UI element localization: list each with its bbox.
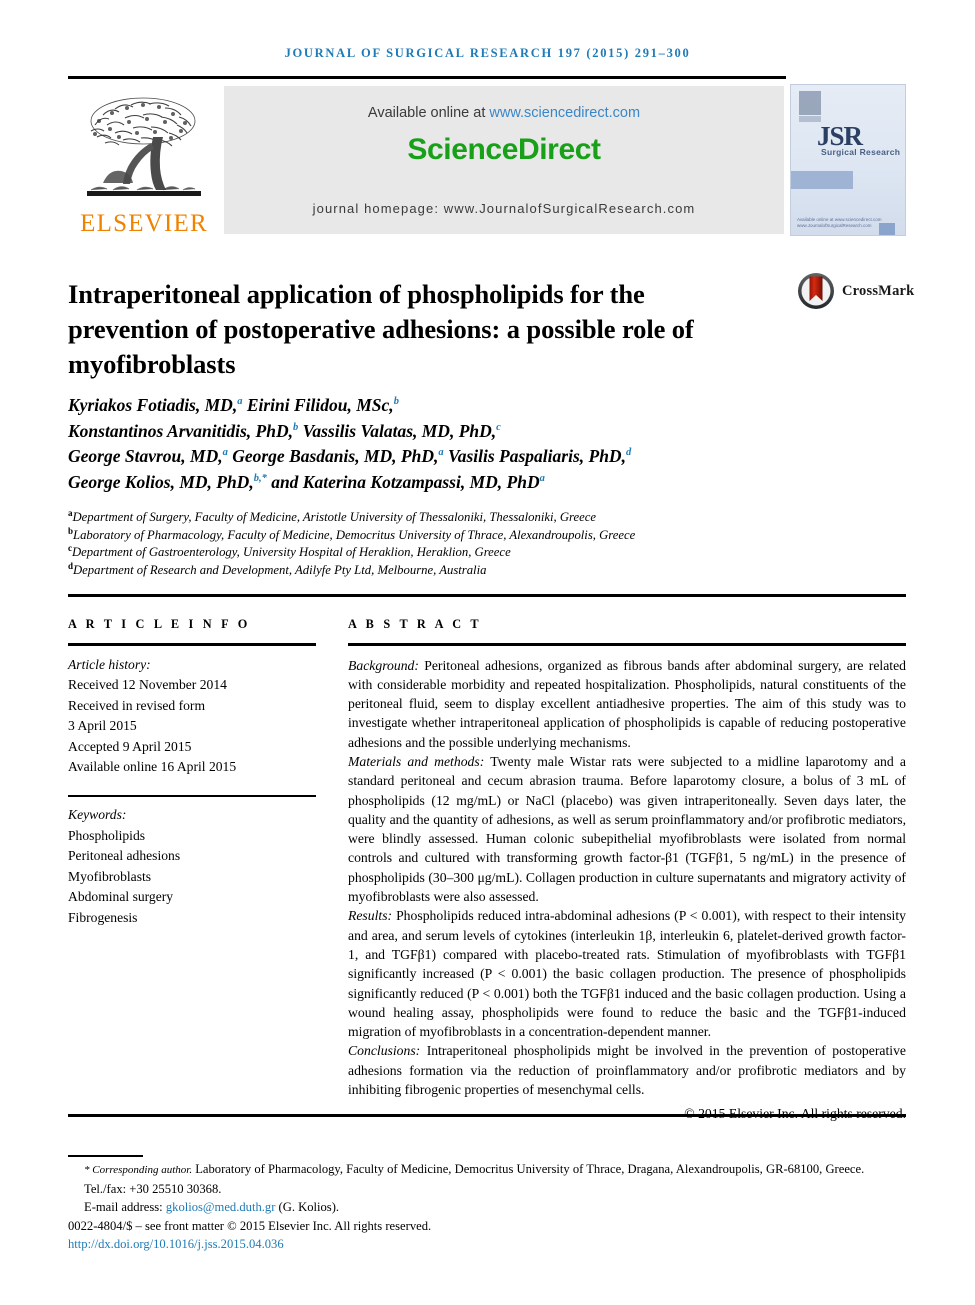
keyword-item: Myofibroblasts xyxy=(68,868,152,884)
cover-elsevier-icon xyxy=(799,91,821,115)
abstract-section: Materials and methods: Twenty male Wista… xyxy=(348,752,906,906)
abstract-section-text: Phospholipids reduced intra-abdominal ad… xyxy=(348,908,906,1040)
email-link[interactable]: gkolios@med.duth.gr xyxy=(166,1200,276,1214)
keywords-divider xyxy=(68,794,316,797)
affil-marker: b xyxy=(292,421,299,433)
abstract-section-label: Conclusions: xyxy=(348,1043,421,1059)
issn-line: 0022-4804/$ – see front matter © 2015 El… xyxy=(68,1218,432,1233)
history-item: Accepted 9 April 2015 xyxy=(68,738,192,754)
crossmark-badge[interactable]: CrossMark xyxy=(797,272,914,310)
author-line-text: George Stavrou, MD,a George Basdanis, MD… xyxy=(68,446,632,466)
running-head: JOURNAL OF SURGICAL RESEARCH 197 (2015) … xyxy=(284,46,691,60)
keyword-item: Phospholipids xyxy=(68,827,146,843)
elsevier-tree-icon xyxy=(87,97,201,196)
cover-footer-line-1: Available online at www.sciencedirect.co… xyxy=(797,216,882,222)
journal-cover-thumbnail: JSR Surgical Research Official Publicati… xyxy=(790,84,906,236)
email-suffix: (G. Kolios). xyxy=(275,1200,340,1215)
keywords-label: Keywords: xyxy=(68,807,127,822)
affiliation-text: Department of Research and Development, … xyxy=(73,562,487,577)
keyword-item: Peritoneal adhesions xyxy=(68,848,181,863)
elsevier-wordmark: ELSEVIER xyxy=(80,210,208,237)
affiliation-text: Department of Surgery, Faculty of Medici… xyxy=(72,510,597,524)
sciencedirect-logo: ScienceDirect xyxy=(407,133,601,166)
author-line-text: Konstantinos Arvanitidis, PhD,b Vassilis… xyxy=(68,420,501,441)
author-line: Kyriakos Fotiadis, MD,a Eirini Filidou, … xyxy=(68,393,868,419)
abstract-section-label: Background: xyxy=(348,657,419,673)
author-line-text: George Kolios, MD, PhD,b,* and Katerina … xyxy=(68,471,545,492)
cover-accent-bar-1 xyxy=(791,171,853,189)
abstract-column: A B S T R A C T Background: Peritoneal a… xyxy=(348,617,906,1124)
corresponding-author-label: * Corresponding author. xyxy=(84,1164,193,1176)
abstract-body: Background: Peritoneal adhesions, organi… xyxy=(348,656,906,1124)
sciencedirect-band: Available online at www.sciencedirect.co… xyxy=(224,86,784,234)
affil-marker: b,* xyxy=(253,472,267,484)
footnote-divider xyxy=(68,1155,143,1157)
abstract-section: Background: Peritoneal adhesions, organi… xyxy=(348,656,906,752)
abstract-block-top-divider xyxy=(68,594,906,597)
abstract-section-text: Twenty male Wistar rats were subjected t… xyxy=(348,753,906,905)
author-line: George Kolios, MD, PhD,b,* and Katerina … xyxy=(68,470,868,496)
email-label: E-mail address: xyxy=(84,1200,166,1215)
affil-marker: a xyxy=(438,447,444,459)
affiliation-text: Laboratory of Pharmacology, Faculty of M… xyxy=(73,527,636,542)
affiliations: aDepartment of Surgery, Faculty of Medic… xyxy=(68,508,888,580)
abstract-divider xyxy=(348,643,906,646)
affil-marker: c xyxy=(496,421,501,433)
affiliation-item: dDepartment of Research and Development,… xyxy=(68,561,888,580)
available-online-prefix: Available online at xyxy=(367,105,490,121)
corresponding-author-note: * Corresponding author. Laboratory of Ph… xyxy=(68,1160,908,1198)
affil-marker: a xyxy=(539,472,545,484)
author-list: Kyriakos Fotiadis, MD,a Eirini Filidou, … xyxy=(68,393,868,495)
affiliation-item: cDepartment of Gastroenterology, Univers… xyxy=(68,543,888,562)
abstract-section-label: Materials and methods: xyxy=(348,753,485,769)
affil-marker: a xyxy=(237,396,243,408)
masthead: ELSEVIER Available online at www.science… xyxy=(68,84,906,236)
available-online-line: Available online at www.sciencedirect.co… xyxy=(224,105,784,121)
abstract-section: Conclusions: Intraperitoneal phospholipi… xyxy=(348,1041,906,1099)
email-note: E-mail address: gkolios@med.duth.gr (G. … xyxy=(68,1198,908,1217)
footnote-block: * Corresponding author. Laboratory of Ph… xyxy=(68,1160,908,1254)
affil-marker: d xyxy=(625,447,632,459)
affiliation-text: Department of Gastroenterology, Universi… xyxy=(72,545,511,560)
history-item: Received in revised form xyxy=(68,697,206,713)
abstract-heading: A B S T R A C T xyxy=(348,617,482,631)
keyword-item: Abdominal surgery xyxy=(68,889,174,904)
elsevier-logo: ELSEVIER xyxy=(68,84,220,236)
journal-homepage-line: journal homepage: www.JournalofSurgicalR… xyxy=(312,201,696,216)
affiliation-item: bLaboratory of Pharmacology, Faculty of … xyxy=(68,526,888,545)
abstract-section: Results: Phospholipids reduced intra-abd… xyxy=(348,906,906,1041)
article-history: Article history: Received 12 November 20… xyxy=(68,655,316,778)
cover-footer-line-2: www.JournalofSurgicalResearch.com xyxy=(797,223,872,229)
sciencedirect-link[interactable]: www.sciencedirect.com xyxy=(489,105,640,121)
article-first-page: JOURNAL OF SURGICAL RESEARCH 197 (2015) … xyxy=(0,0,975,1305)
abstract-copyright: © 2015 Elsevier Inc. All rights reserved… xyxy=(684,1106,906,1122)
author-line: George Stavrou, MD,a George Basdanis, MD… xyxy=(68,444,868,470)
crossmark-label: CrossMark xyxy=(842,282,915,299)
article-info-divider xyxy=(68,643,316,646)
crossmark-icon xyxy=(798,273,834,309)
affiliation-item: aDepartment of Surgery, Faculty of Medic… xyxy=(68,508,888,527)
corresponding-author-text: Laboratory of Pharmacology, Faculty of M… xyxy=(84,1162,865,1196)
header-divider xyxy=(68,76,786,79)
abstract-section-label: Results: xyxy=(348,908,393,924)
author-line-text: Kyriakos Fotiadis, MD,a Eirini Filidou, … xyxy=(68,395,399,415)
article-history-label: Article history: xyxy=(68,656,151,672)
article-info-column: A R T I C L E I N F O Article history: R… xyxy=(68,617,316,928)
affil-marker: a xyxy=(222,447,228,459)
history-item: 3 April 2015 xyxy=(68,718,137,733)
cover-footer: Available online at www.sciencedirect.co… xyxy=(797,217,881,231)
keywords-list: Keywords: Phospholipids Peritoneal adhes… xyxy=(68,805,316,928)
article-info-heading: A R T I C L E I N F O xyxy=(68,617,251,631)
keyword-item: Fibrogenesis xyxy=(68,909,138,925)
history-item: Received 12 November 2014 xyxy=(68,677,227,692)
cover-subtitle: Surgical Research xyxy=(821,147,901,157)
abstract-section-text: Intraperitoneal phospholipids might be i… xyxy=(348,1043,906,1098)
doi-link[interactable]: http://dx.doi.org/10.1016/j.jss.2015.04.… xyxy=(68,1237,284,1251)
abstract-section-text: Peritoneal adhesions, organized as fibro… xyxy=(348,657,906,750)
history-item: Available online 16 April 2015 xyxy=(68,759,237,774)
affil-marker: b xyxy=(393,396,399,408)
author-line: Konstantinos Arvanitidis, PhD,b Vassilis… xyxy=(68,419,868,445)
page-title: Intraperitoneal application of phospholi… xyxy=(68,278,694,379)
